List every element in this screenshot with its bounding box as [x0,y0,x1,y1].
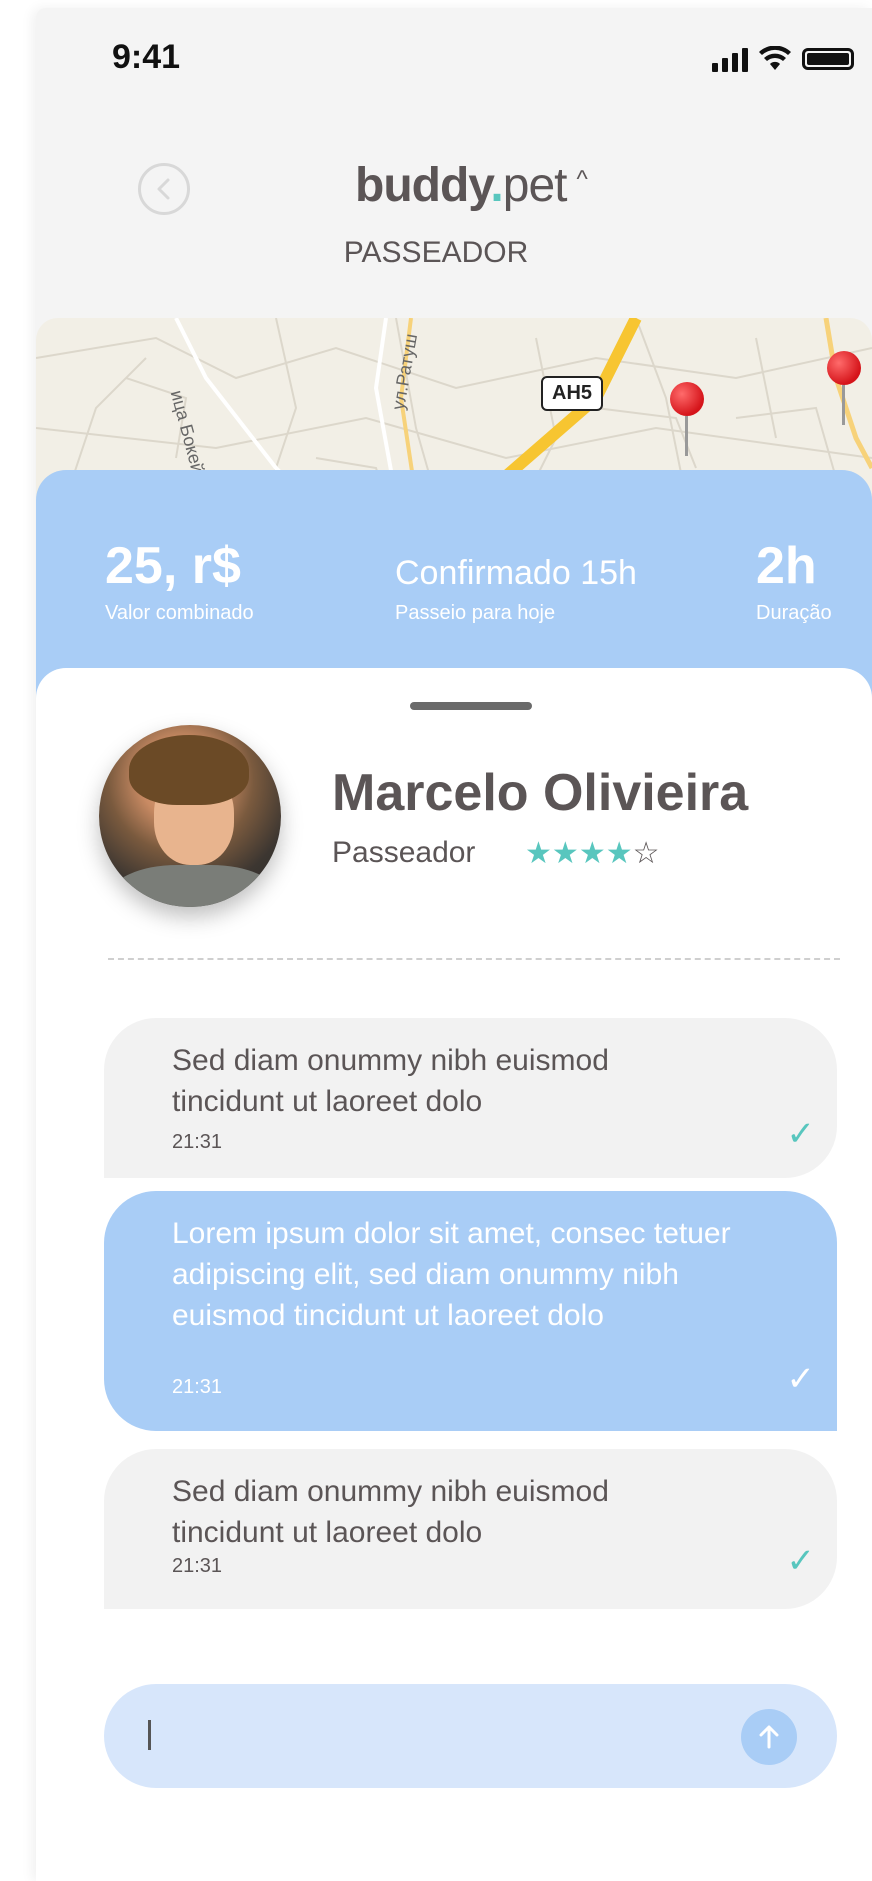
sheet-drag-handle[interactable] [410,702,532,710]
phone-screen: 9:41 buddy.pet ^ PASSEADOR ица Бокейхано… [36,8,872,1881]
message-text: Lorem ipsum dolor sit amet, consec tetue… [172,1217,731,1332]
star-icon: ★ [551,837,579,870]
divider [108,958,840,960]
chat-sheet: Marcelo Olivieira Passeador ★★★★☆ Sed di… [36,668,872,1881]
duration-label: Duração [756,602,832,624]
map-pin-icon[interactable] [670,382,704,456]
text-cursor [148,1720,151,1750]
rating-stars: ★★★★☆ [525,836,660,871]
status-icons [712,46,854,72]
check-icon: ✓ [786,1542,816,1580]
app-logo[interactable]: buddy.pet ^ [355,158,588,213]
send-button[interactable] [741,1709,797,1765]
chevron-up-icon: ^ [576,166,588,193]
map-road-shield: AH5 [541,376,604,411]
logo-bold: buddy [355,159,491,212]
battery-icon [802,48,854,70]
star-icon: ★ [605,837,633,870]
message-text: Sed diam onummy nibh euismod tincidunt u… [172,1044,609,1118]
message-input[interactable] [160,1706,724,1768]
message-bubble-incoming[interactable]: Sed diam onummy nibh euismod tincidunt u… [104,1449,837,1609]
message-composer [104,1684,837,1788]
walker-role: Passeador [332,836,476,869]
back-button[interactable] [138,163,190,215]
check-icon: ✓ [786,1115,816,1153]
send-arrow-icon [759,1725,779,1749]
star-icon: ★ [525,837,552,870]
signal-icon [712,46,748,72]
walk-status-value: Confirmado 15h [395,554,637,592]
map-pin-icon[interactable] [827,351,861,425]
message-time: 21:31 [172,1131,223,1153]
logo-light: pet [502,159,568,212]
message-bubble-incoming[interactable]: Sed diam onummy nibh euismod tincidunt u… [104,1018,837,1178]
message-text: Sed diam onummy nibh euismod tincidunt u… [172,1475,609,1549]
check-icon: ✓ [786,1360,816,1398]
logo-dot: . [490,159,503,212]
star-outline-icon: ☆ [632,837,660,870]
price-label: Valor combinado [105,602,254,624]
back-arrow-icon [157,178,170,200]
message-time: 21:31 [172,1555,223,1577]
page-subtitle: PASSEADOR [343,236,529,269]
message-time: 21:31 [172,1376,223,1398]
walker-name: Marcelo Olivieira [332,764,749,822]
star-icon: ★ [578,837,606,870]
avatar[interactable] [99,725,281,907]
status-time: 9:41 [112,38,181,76]
wifi-icon [759,46,791,70]
price-value: 25, r$ [105,537,241,595]
walk-status-label: Passeio para hoje [395,602,556,624]
message-bubble-outgoing[interactable]: Lorem ipsum dolor sit amet, consec tetue… [104,1191,837,1431]
duration-value: 2h [756,537,817,595]
